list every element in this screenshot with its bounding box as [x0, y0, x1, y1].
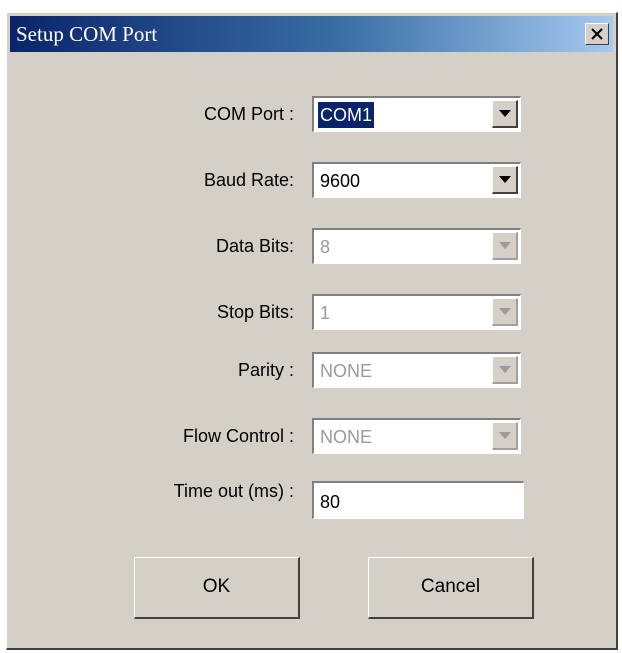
com-port-dropdown-button[interactable]: [492, 100, 518, 128]
chevron-down-icon: [499, 176, 511, 183]
cancel-button[interactable]: Cancel: [368, 557, 534, 619]
title-bar[interactable]: Setup COM Port: [10, 16, 613, 52]
ok-button[interactable]: OK: [134, 557, 300, 619]
chevron-down-icon: [499, 308, 511, 315]
flow-control-label: Flow Control :: [182, 426, 294, 446]
chevron-down-icon: [499, 110, 511, 117]
parity-value: NONE: [320, 361, 373, 381]
timeout-input[interactable]: 80: [312, 481, 524, 519]
flow-control-value: NONE: [320, 427, 373, 447]
flow-control-dropdown-button: [492, 422, 518, 450]
stop-bits-value: 1: [320, 303, 331, 323]
com-port-select[interactable]: COM1: [312, 96, 521, 132]
timeout-value: 80: [320, 492, 341, 512]
close-button[interactable]: [585, 23, 609, 45]
parity-dropdown-button: [492, 356, 518, 384]
flow-control-select: NONE: [312, 418, 521, 454]
baud-rate-label: Baud Rate:: [203, 170, 294, 190]
stop-bits-label: Stop Bits:: [216, 302, 294, 322]
data-bits-dropdown-button: [492, 232, 518, 260]
chevron-down-icon: [499, 242, 511, 249]
parity-select: NONE: [312, 352, 521, 388]
stop-bits-select: 1: [312, 294, 521, 330]
baud-rate-select[interactable]: 9600: [312, 162, 521, 198]
parity-label: Parity :: [237, 360, 294, 380]
timeout-label: Time out (ms) :: [173, 481, 294, 501]
com-port-label: COM Port :: [203, 104, 294, 124]
chevron-down-icon: [499, 432, 511, 439]
stop-bits-dropdown-button: [492, 298, 518, 326]
chevron-down-icon: [499, 366, 511, 373]
data-bits-select: 8: [312, 228, 521, 264]
baud-rate-value: 9600: [320, 171, 361, 191]
data-bits-value: 8: [320, 237, 331, 257]
close-icon: [591, 28, 603, 40]
setup-com-port-dialog: Setup COM Port COM Port : COM1 Baud Rate…: [6, 12, 618, 650]
baud-rate-dropdown-button[interactable]: [492, 166, 518, 194]
window-title: Setup COM Port: [16, 22, 158, 46]
com-port-value: COM1: [318, 102, 375, 128]
data-bits-label: Data Bits:: [215, 236, 294, 256]
